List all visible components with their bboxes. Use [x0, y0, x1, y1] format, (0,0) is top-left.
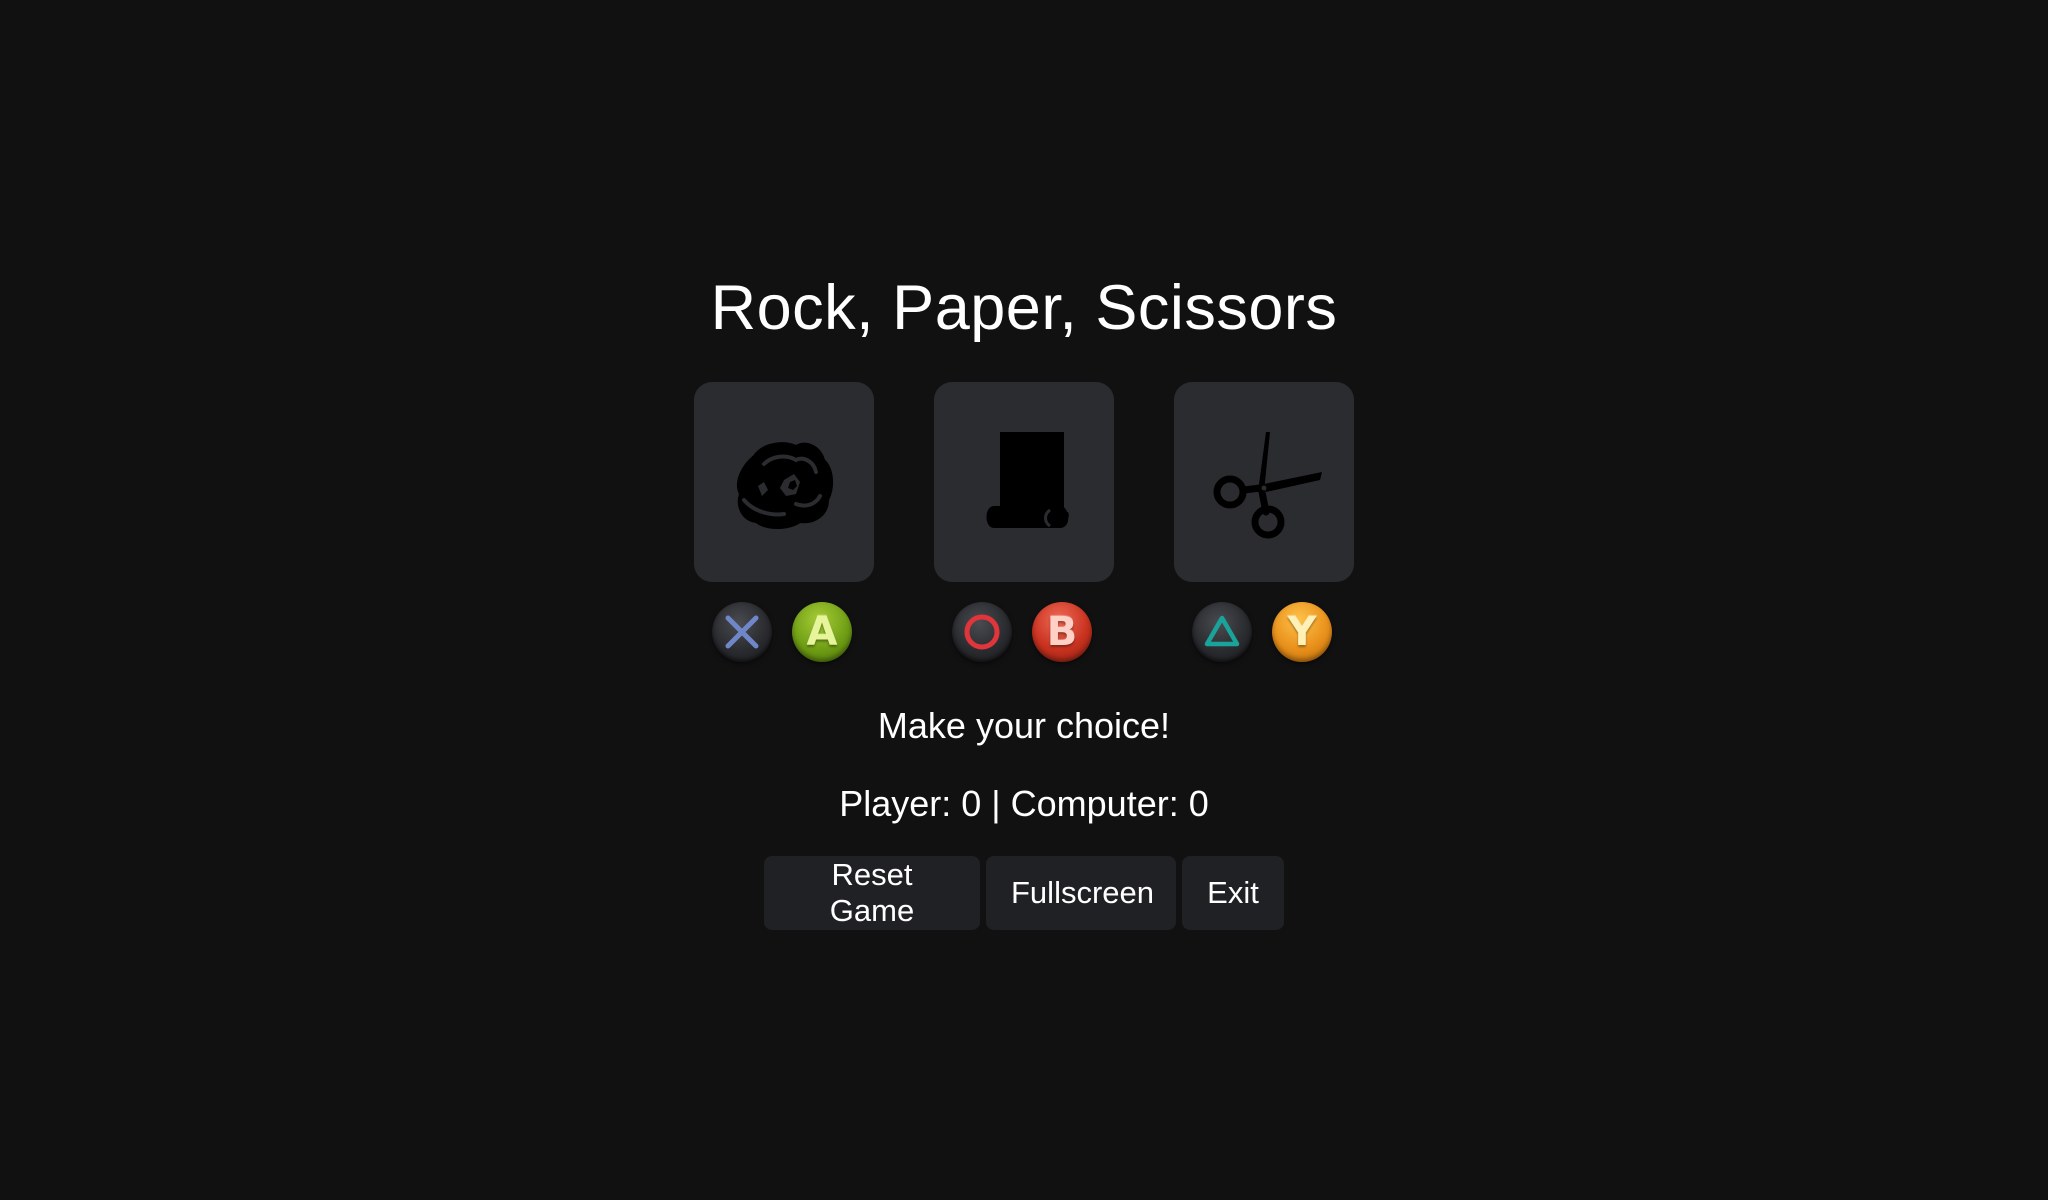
- xbox-y-label: Y: [1287, 609, 1317, 655]
- score-display: Player: 0 | Computer: 0: [839, 783, 1209, 824]
- action-bar: Reset Game Fullscreen Exit: [0, 856, 2048, 930]
- choice-scissors: Y: [1174, 382, 1354, 666]
- xbox-a-button: A: [792, 602, 852, 662]
- fullscreen-button[interactable]: Fullscreen: [986, 856, 1176, 930]
- ps-circle-button: [952, 602, 1012, 662]
- rock-icon: [736, 442, 834, 529]
- scissors-card[interactable]: [1174, 382, 1354, 582]
- paper-card[interactable]: [934, 382, 1114, 582]
- choice-panel: A B Y: [694, 382, 1354, 668]
- paper-scroll-icon: [986, 432, 1069, 528]
- xbox-a-label: A: [806, 609, 838, 655]
- exit-button[interactable]: Exit: [1182, 856, 1284, 930]
- triangle-icon: [1204, 615, 1240, 647]
- reset-game-button[interactable]: Reset Game: [764, 856, 980, 930]
- ps-cross-button: [712, 602, 772, 662]
- choice-paper: B: [934, 382, 1114, 666]
- game-screen: Rock, Paper, Scissors A B Y Make your ch…: [0, 0, 2048, 1200]
- ps-triangle-button: [1192, 602, 1252, 662]
- rock-controls: A: [694, 602, 874, 666]
- game-title: Rock, Paper, Scissors: [710, 273, 1338, 343]
- xbox-b-label: B: [1046, 609, 1078, 655]
- xbox-y-button: Y: [1272, 602, 1332, 662]
- scissors-controls: Y: [1174, 602, 1354, 666]
- xbox-b-button: B: [1032, 602, 1092, 662]
- cross-icon: [725, 615, 759, 649]
- choice-rock: A: [694, 382, 874, 666]
- scissors-icon: [1213, 432, 1322, 539]
- paper-controls: B: [934, 602, 1114, 666]
- rock-card[interactable]: [694, 382, 874, 582]
- circle-icon: [964, 614, 1000, 650]
- status-message: Make your choice!: [877, 705, 1171, 746]
